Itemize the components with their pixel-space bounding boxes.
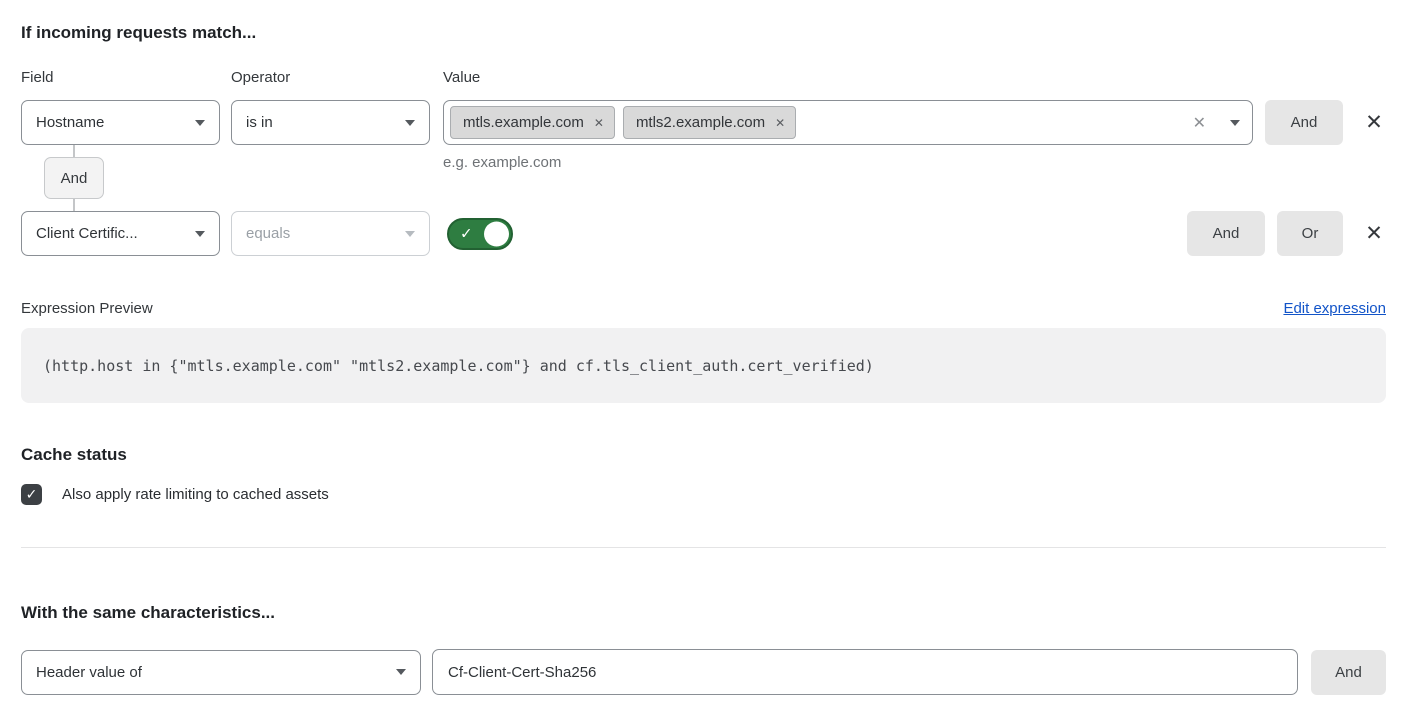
- chevron-down-icon: [405, 231, 415, 237]
- match-section: If incoming requests match... Field Oper…: [21, 22, 1386, 256]
- condition-row-1: Hostname is in mtls.example.com ✕ mtls2.…: [21, 100, 1386, 145]
- operator-column-label: Operator: [231, 69, 443, 87]
- match-section-title: If incoming requests match...: [21, 22, 1386, 43]
- add-and-condition-button-2[interactable]: And: [1187, 211, 1265, 256]
- toggle-knob: [484, 221, 509, 246]
- field-select-2-value: Client Certific...: [36, 225, 187, 242]
- cached-assets-checkbox-label: Also apply rate limiting to cached asset…: [62, 486, 329, 503]
- operator-select-2-placeholder: equals: [246, 225, 397, 242]
- characteristics-section: With the same characteristics... Header …: [21, 602, 1386, 695]
- rate-limiting-rule-builder: If incoming requests match... Field Oper…: [21, 22, 1386, 695]
- expression-preview-label: Expression Preview: [21, 300, 153, 318]
- characteristic-row: Header value of And: [21, 649, 1386, 695]
- boolean-value-toggle[interactable]: ✓: [447, 218, 513, 250]
- column-labels: Field Operator Value: [21, 69, 1386, 87]
- field-select-1[interactable]: Hostname: [21, 100, 220, 145]
- clear-values-icon[interactable]: ✕: [1193, 113, 1206, 133]
- check-icon: ✓: [460, 224, 473, 242]
- chevron-down-icon: [405, 120, 415, 126]
- operator-select-2: equals: [231, 211, 430, 256]
- expression-preview-section: Expression Preview Edit expression (http…: [21, 300, 1386, 403]
- value-helper-text: e.g. example.com: [443, 154, 561, 171]
- remove-tag-icon[interactable]: ✕: [775, 116, 785, 130]
- edit-expression-link[interactable]: Edit expression: [1283, 300, 1386, 317]
- remove-tag-icon[interactable]: ✕: [594, 116, 604, 130]
- add-or-condition-button[interactable]: Or: [1277, 211, 1343, 256]
- expression-preview-header: Expression Preview Edit expression: [21, 300, 1386, 318]
- characteristics-title: With the same characteristics...: [21, 602, 1386, 623]
- chevron-down-icon: [195, 120, 205, 126]
- cache-status-title: Cache status: [21, 444, 1386, 465]
- remove-condition-icon[interactable]: ✕: [1362, 211, 1386, 256]
- characteristic-select-value: Header value of: [36, 664, 388, 681]
- value-tag: mtls2.example.com ✕: [623, 106, 796, 139]
- connector-line: [73, 145, 75, 157]
- operator-select-1[interactable]: is in: [231, 100, 430, 145]
- chevron-down-icon: [195, 231, 205, 237]
- row-2-actions: And Or ✕: [1187, 211, 1386, 256]
- expression-code: (http.host in {"mtls.example.com" "mtls2…: [21, 328, 1386, 403]
- add-and-condition-button[interactable]: And: [1265, 100, 1343, 145]
- value-column-label: Value: [443, 69, 1386, 87]
- chevron-down-icon: [396, 669, 406, 675]
- condition-connector: And e.g. example.com: [21, 145, 1386, 211]
- connector-line: [73, 199, 75, 211]
- operator-select-1-value: is in: [246, 114, 397, 131]
- field-column-label: Field: [21, 69, 231, 87]
- value-tag-text: mtls.example.com: [463, 114, 584, 131]
- value-multiselect[interactable]: mtls.example.com ✕ mtls2.example.com ✕ ✕: [443, 100, 1253, 145]
- connector-and-button[interactable]: And: [44, 157, 104, 199]
- cached-assets-row: ✓ Also apply rate limiting to cached ass…: [21, 484, 1386, 505]
- cached-assets-checkbox[interactable]: ✓: [21, 484, 42, 505]
- value-tag: mtls.example.com ✕: [450, 106, 615, 139]
- value-tag-text: mtls2.example.com: [636, 114, 765, 131]
- field-select-1-value: Hostname: [36, 114, 187, 131]
- condition-row-2: Client Certific... equals ✓ And Or ✕: [21, 211, 1386, 256]
- section-divider: [21, 547, 1386, 548]
- remove-condition-icon[interactable]: ✕: [1362, 100, 1386, 145]
- chevron-down-icon[interactable]: [1230, 120, 1240, 126]
- field-select-2[interactable]: Client Certific...: [21, 211, 220, 256]
- cache-status-section: Cache status ✓ Also apply rate limiting …: [21, 444, 1386, 505]
- header-name-input[interactable]: [432, 649, 1298, 695]
- check-icon: ✓: [26, 486, 38, 503]
- add-characteristic-and-button[interactable]: And: [1311, 650, 1386, 695]
- characteristic-select[interactable]: Header value of: [21, 650, 421, 695]
